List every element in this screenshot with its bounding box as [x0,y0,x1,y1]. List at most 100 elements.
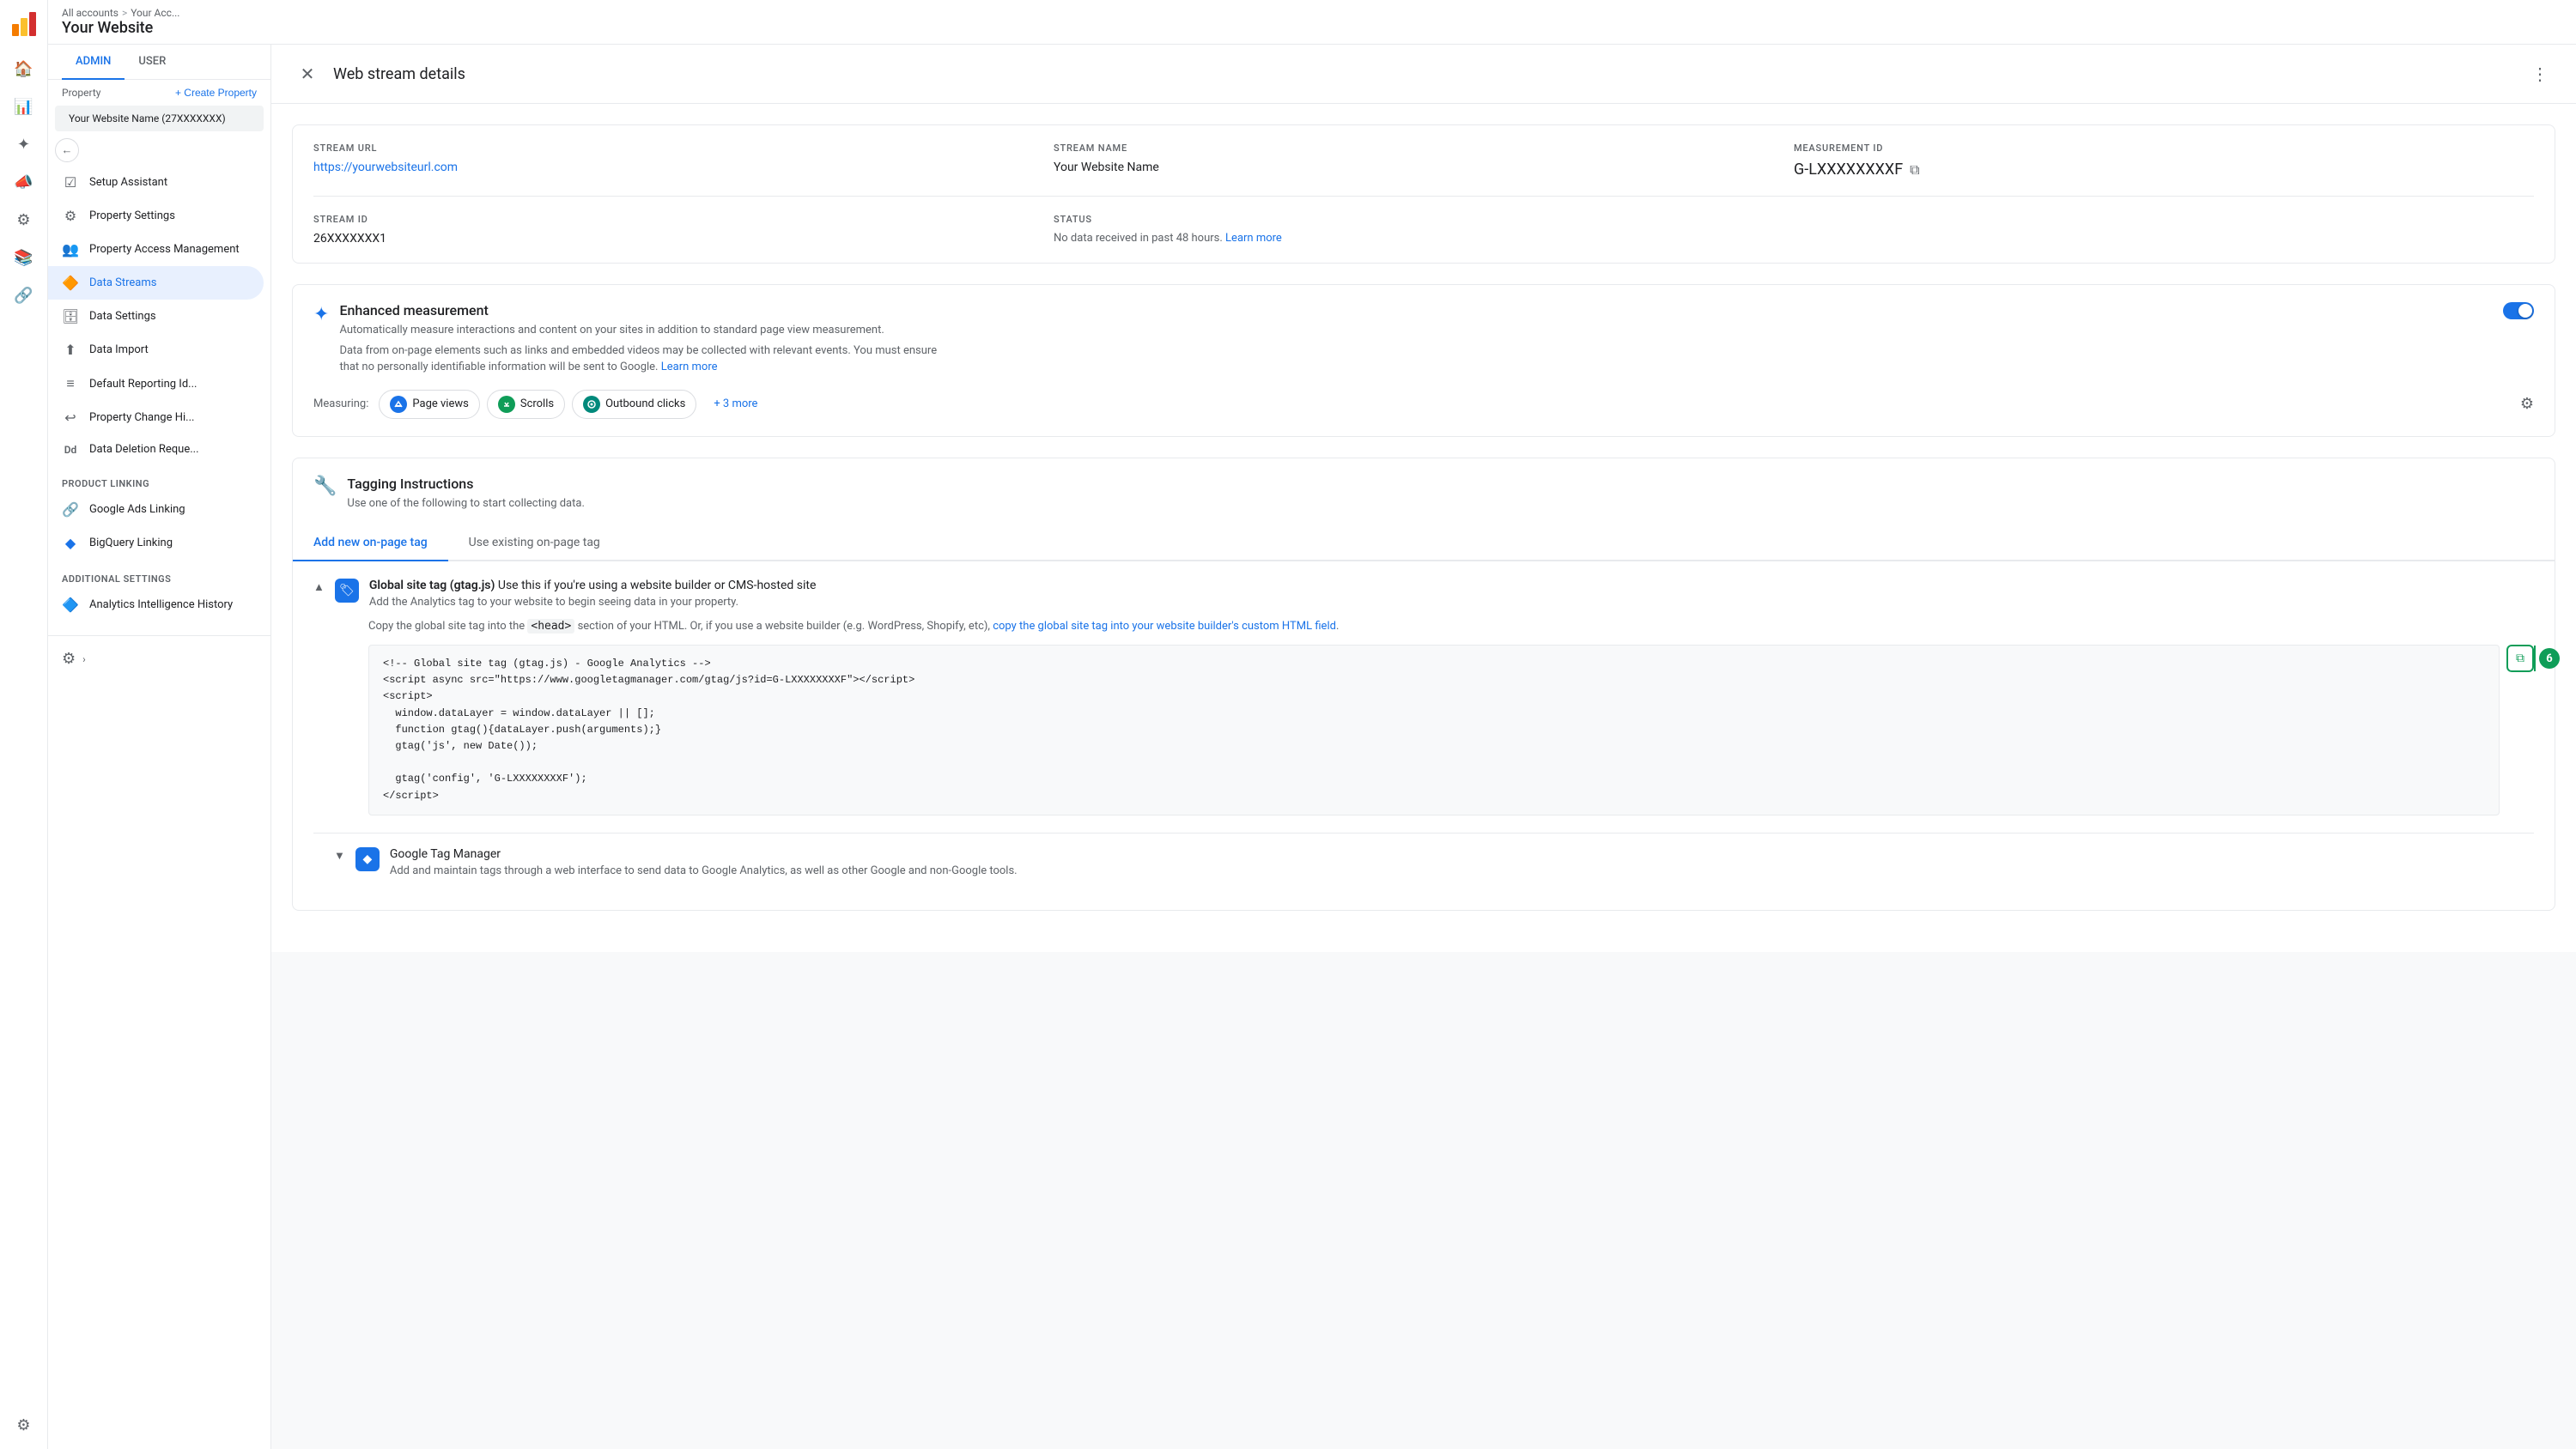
breadcrumb-sep1: > [122,7,127,19]
analytics-intelligence-label: Analytics Intelligence History [89,598,233,611]
stream-info-row-1: STREAM URL https://yourwebsiteurl.com ST… [293,125,2555,196]
bigquery-icon: ◆ [62,535,79,551]
instruction-link[interactable]: copy the global site tag into your websi… [993,620,1336,633]
tab-admin[interactable]: ADMIN [62,45,125,80]
sidebar-item-default-reporting[interactable]: ≡ Default Reporting Id... [48,367,264,401]
sidebar-item-data-import[interactable]: ⬆ Data Import [48,333,264,367]
nav-admin-icon[interactable]: ⚙ [7,1408,41,1442]
stream-id-value: 26XXXXXXX1 [313,232,1033,246]
global-site-tag-desc: Add the Analytics tag to your website to… [369,594,817,611]
sidebar-item-data-settings[interactable]: 🗄 Data Settings [48,300,264,333]
tagging-instructions-card: 🔧 Tagging Instructions Use one of the fo… [292,458,2555,912]
sidebar-item-google-ads[interactable]: 🔗 Google Ads Linking [48,493,264,526]
tagging-content: ▲ 🏷 Global site tag (gtag.js) Use this i… [293,561,2555,910]
outbound-clicks-pill[interactable]: Outbound clicks [572,390,696,419]
status-cell-empty [1794,214,2534,246]
stream-url-label: STREAM URL [313,142,1033,154]
tab-user[interactable]: USER [125,45,179,80]
bigquery-label: BigQuery Linking [89,537,173,549]
top-header: All accounts > Your Acc... Your Website [48,0,2576,45]
modal-more-button[interactable]: ⋮ [2524,58,2555,89]
nav-integrations-icon[interactable]: 🔗 [7,278,41,312]
code-block-row: <!-- Global site tag (gtag.js) - Google … [368,645,2534,815]
tab-add-new-tag[interactable]: Add new on-page tag [293,525,448,561]
outbound-clicks-label: Outbound clicks [605,397,685,410]
main-panel: ✕ Web stream details ⋮ STREAM URL https:… [271,45,2576,1449]
sidebar-item-setup-assistant[interactable]: ☑ Setup Assistant [48,166,264,199]
more-measuring-link[interactable]: + 3 more [703,392,768,415]
code-block: <!-- Global site tag (gtag.js) - Google … [368,645,2500,815]
nav-advertising-icon[interactable]: 📣 [7,165,41,199]
measuring-settings-icon[interactable]: ⚙ [2520,395,2534,413]
nav-home-icon[interactable]: 🏠 [7,52,41,86]
nav-configure-icon[interactable]: ⚙ [7,203,41,237]
property-header: Property + Create Property [48,80,270,106]
scrolls-label: Scrolls [520,397,554,410]
step-number: 6 [2539,648,2560,669]
enhanced-measurement-title-area: ✦ Enhanced measurement Automatically mea… [313,302,940,376]
page-views-label: Page views [412,397,468,410]
data-streams-icon: 🔶 [62,275,79,291]
status-learn-more-link[interactable]: Learn more [1225,232,1282,245]
nav-library-icon[interactable]: 📚 [7,240,41,275]
enhanced-measurement-learn-more[interactable]: Learn more [661,361,718,373]
enhanced-measurement-toggle[interactable] [2503,302,2534,319]
page-views-pill[interactable]: Page views [379,390,479,419]
data-deletion-icon: Dd [62,444,79,456]
tab-existing-tag[interactable]: Use existing on-page tag [448,525,621,561]
sidebar-item-bigquery[interactable]: ◆ BigQuery Linking [48,526,264,560]
stream-info-row-2: STREAM ID 26XXXXXXX1 STATUS No data rece… [293,197,2555,263]
modal-overlay: ✕ Web stream details ⋮ STREAM URL https:… [271,45,2576,952]
property-change-icon: ↩ [62,409,79,426]
gtm-header: ▼ ◆ Google Tag Manager Add and maintain … [334,847,2513,880]
expand-icon: › [82,653,86,665]
page-views-dot [390,396,407,413]
tagging-title-area: Tagging Instructions Use one of the foll… [347,476,584,512]
step-line [2534,646,2536,671]
breadcrumb-all-accounts[interactable]: All accounts [62,7,118,19]
sidebar-item-property-access[interactable]: 👥 Property Access Management [48,233,264,266]
modal-close-button[interactable]: ✕ [292,58,323,89]
copy-code-button[interactable]: ⧉ [2506,645,2534,672]
nav-explore-icon[interactable]: ✦ [7,127,41,161]
enhanced-measurement-header: ✦ Enhanced measurement Automatically mea… [313,302,2534,376]
property-name-item: Your Website Name (27XXXXXXX) [55,106,264,131]
setup-assistant-icon: ☑ [62,174,79,191]
sidebar-item-data-streams[interactable]: 🔶 Data Streams [48,266,264,300]
breadcrumb-account[interactable]: Your Acc... [131,7,179,19]
sidebar-item-analytics-intelligence[interactable]: 🔷 Analytics Intelligence History [48,588,264,621]
sidebar-item-property-change[interactable]: ↩ Property Change Hi... [48,401,264,434]
tagging-wrench-icon: 🔧 [313,476,337,497]
global-site-tag-expand-icon[interactable]: ▲ [313,580,325,594]
sidebar-item-data-deletion[interactable]: Dd Data Deletion Reque... [48,434,264,464]
property-change-label: Property Change Hi... [89,411,194,424]
gtm-title: Google Tag Manager [390,847,1018,861]
nav-reports-icon[interactable]: 📊 [7,89,41,124]
gtm-expand-icon[interactable]: ▼ [334,849,345,863]
back-button[interactable]: ← [55,138,79,162]
modal-title: Web stream details [333,65,465,83]
property-label: Property [62,87,100,99]
global-site-tag-title: Global site tag (gtag.js) Use this if yo… [369,579,817,592]
enhanced-measurement-title: Enhanced measurement [339,302,940,318]
measuring-row: Measuring: Page views [313,390,2534,419]
global-site-tag-body: Copy the global site tag into the <head>… [313,618,2534,815]
property-access-label: Property Access Management [89,243,240,256]
google-ads-label: Google Ads Linking [89,503,185,516]
create-property-button[interactable]: + Create Property [175,87,257,99]
sidebar-item-property-settings[interactable]: ⚙ Property Settings [48,199,264,233]
header-title: Your Website [62,19,179,37]
data-settings-label: Data Settings [89,310,156,323]
gtm-desc: Add and maintain tags through a web inte… [390,863,1018,880]
data-import-icon: ⬆ [62,342,79,358]
scrolls-pill[interactable]: Scrolls [487,390,565,419]
default-reporting-label: Default Reporting Id... [89,378,197,391]
main-area: All accounts > Your Acc... Your Website … [48,0,2576,1449]
enhanced-measurement-desc1: Automatically measure interactions and c… [339,322,940,339]
measurement-id-copy-icon[interactable]: ⧉ [1910,161,1919,179]
scrolls-dot [498,396,515,413]
global-site-tag-text: Global site tag (gtag.js) Use this if yo… [369,579,817,611]
step-indicator: 6 [2534,646,2560,671]
property-settings-icon: ⚙ [62,208,79,224]
global-site-tag-header: ▲ 🏷 Global site tag (gtag.js) Use this i… [313,579,2534,611]
